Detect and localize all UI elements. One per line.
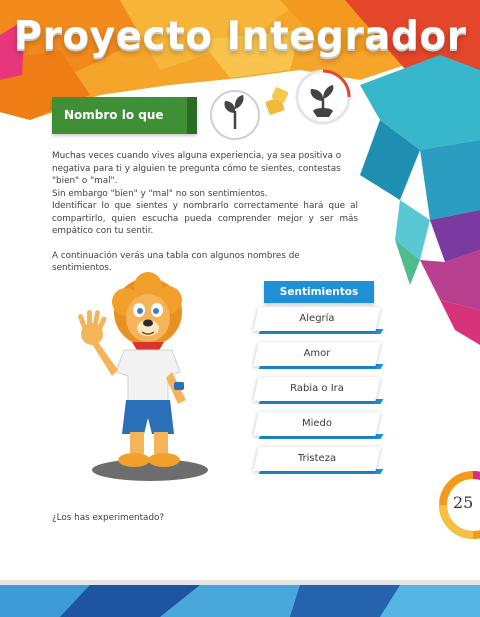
feeling-label: Miedo xyxy=(301,418,333,429)
feelings-table: Sentimientos Alegría Amor Rabia o Ira Miedo… xyxy=(253,281,384,482)
section-icons xyxy=(210,69,351,140)
paragraph: Muchas veces cuando vives alguna experie… xyxy=(52,151,342,186)
seedling-icon xyxy=(295,69,351,125)
table-header: Sentimientos xyxy=(264,281,374,303)
page-title: Proyecto Integrador xyxy=(13,14,467,59)
feeling-label: Rabia o Ira xyxy=(290,383,344,394)
feeling-label: Amor xyxy=(303,348,331,359)
table-row: Amor xyxy=(253,342,384,369)
paragraph: Identificar lo que sientes y nombrarlo c… xyxy=(52,201,358,236)
lion-mascot-illustration xyxy=(78,272,208,481)
table-row: Tristeza xyxy=(253,447,384,474)
section-banner: Nombro lo que siento xyxy=(52,97,197,159)
feeling-label: Tristeza xyxy=(297,453,337,464)
paragraph: A continuación verás una tabla con algun… xyxy=(52,250,300,274)
puzzle-icon xyxy=(265,87,289,115)
table-rows: Alegría Amor Rabia o Ira Miedo Tristeza xyxy=(253,307,384,474)
closing-question: ¿Los has experimentado? xyxy=(52,513,165,523)
sprout-icon xyxy=(210,90,260,140)
table-row: Rabia o Ira xyxy=(253,377,384,404)
table-row: Alegría xyxy=(253,307,384,334)
table-row: Miedo xyxy=(253,412,384,439)
paragraph: Sin embargo "bien" y "mal" no son sentim… xyxy=(52,188,268,199)
page-number: 25 xyxy=(453,493,474,512)
page: Proyecto Integrador Nombro lo que siento… xyxy=(0,0,480,617)
feeling-label: Alegría xyxy=(299,313,335,324)
body-text: Muchas veces cuando vives alguna experie… xyxy=(52,150,358,275)
